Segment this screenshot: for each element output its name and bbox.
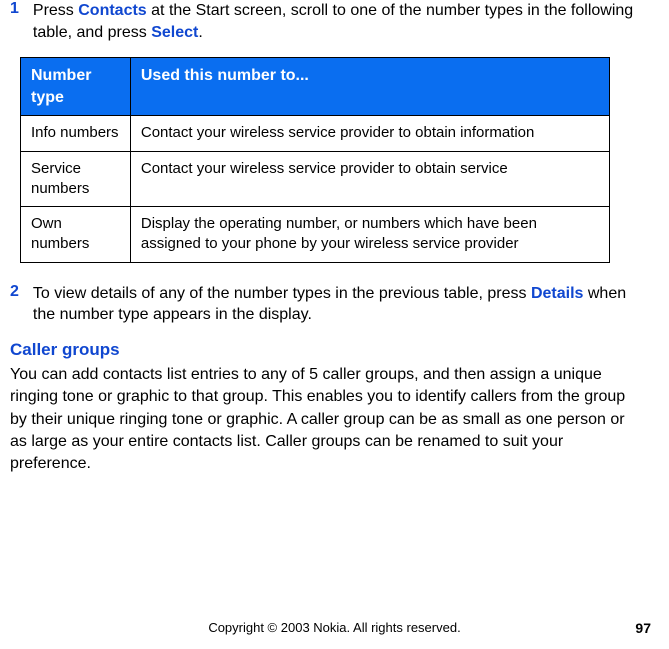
text-prefix: Press [33, 2, 78, 19]
number-types-table: Number type Used this number to... Info … [20, 57, 610, 262]
cell-type: Info numbers [21, 116, 131, 151]
caller-groups-heading: Caller groups [10, 340, 639, 360]
caller-groups-body: You can add contacts list entries to any… [10, 364, 639, 476]
cell-desc: Contact your wireless service provider t… [130, 116, 609, 151]
text-prefix: To view details of any of the number typ… [33, 285, 531, 302]
table-row: Info numbers Contact your wireless servi… [21, 116, 610, 151]
cell-desc: Contact your wireless service provider t… [130, 151, 609, 207]
text-suffix: . [198, 24, 202, 41]
step-2: 2 To view details of any of the number t… [10, 283, 639, 326]
step-1-text: Press Contacts at the Start screen, scro… [33, 0, 639, 43]
step-1: 1 Press Contacts at the Start screen, sc… [10, 0, 639, 43]
page-footer: Copyright © 2003 Nokia. All rights reser… [0, 620, 669, 635]
step-number: 1 [10, 0, 19, 43]
copyright-text: Copyright © 2003 Nokia. All rights reser… [208, 620, 460, 635]
header-col1: Number type [21, 58, 131, 116]
page-number: 97 [635, 620, 651, 636]
details-link: Details [531, 285, 583, 302]
step-number: 2 [10, 283, 19, 326]
table-row: Own numbers Display the operating number… [21, 207, 610, 263]
cell-desc: Display the operating number, or numbers… [130, 207, 609, 263]
select-link: Select [151, 24, 198, 41]
header-col2: Used this number to... [130, 58, 609, 116]
table-header-row: Number type Used this number to... [21, 58, 610, 116]
cell-type: Own numbers [21, 207, 131, 263]
cell-type: Service numbers [21, 151, 131, 207]
contacts-link: Contacts [78, 2, 146, 19]
table-row: Service numbers Contact your wireless se… [21, 151, 610, 207]
step-2-text: To view details of any of the number typ… [33, 283, 639, 326]
